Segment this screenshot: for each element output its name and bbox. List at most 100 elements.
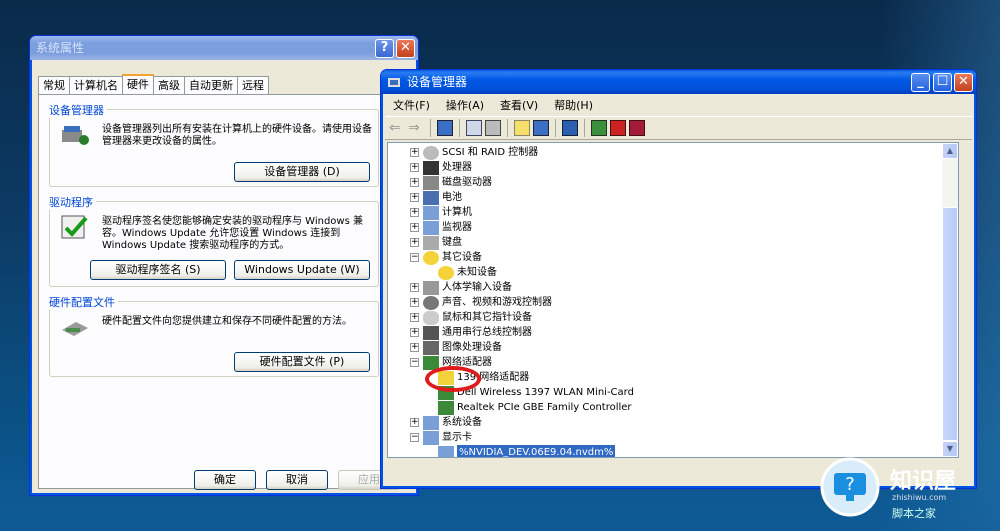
tree-label: 电池: [442, 192, 462, 203]
expand-icon[interactable]: +: [410, 238, 419, 247]
tree-row[interactable]: + 键盘: [410, 235, 462, 250]
expand-icon[interactable]: +: [410, 223, 419, 232]
tab-advanced[interactable]: 高级: [153, 76, 185, 94]
system-properties-titlebar[interactable]: 系统属性 ? ✕: [30, 36, 418, 60]
usb-icon: [423, 325, 439, 340]
help-icon[interactable]: [514, 120, 530, 136]
tree-row[interactable]: Realtek PCIe GBE Family Controller: [438, 400, 632, 415]
tree-label: SCSI 和 RAID 控制器: [442, 147, 539, 158]
device-manager-button[interactable]: 设备管理器 (D): [234, 162, 370, 182]
tree-row[interactable]: + 磁盘驱动器: [410, 175, 492, 190]
camera-icon: [423, 340, 439, 355]
forward-icon[interactable]: ⇒: [408, 120, 424, 136]
tree-label: 处理器: [442, 162, 472, 173]
tree-row[interactable]: + 电池: [410, 190, 462, 205]
expand-icon[interactable]: +: [410, 313, 419, 322]
tree-label: 声音、视频和游戏控制器: [442, 297, 552, 308]
tree-row[interactable]: − 显示卡: [410, 430, 472, 445]
menu-file[interactable]: 文件(F): [385, 94, 438, 116]
tree-row[interactable]: + SCSI 和 RAID 控制器: [410, 145, 538, 160]
windows-update-button[interactable]: Windows Update (W): [234, 260, 370, 280]
back-icon[interactable]: ⇐: [389, 120, 405, 136]
expand-icon[interactable]: +: [410, 193, 419, 202]
tree-label: 通用串行总线控制器: [442, 327, 532, 338]
device-manager-window: 设备管理器 _ ☐ ✕ 文件(F) 操作(A) 查看(V) 帮助(H) ⇐ ⇒ …: [380, 69, 977, 489]
hardware-profiles-group: 硬件配置文件 硬件配置文件向您提供建立和保存不同硬件配置的方法。 硬件配置文件 …: [46, 294, 379, 377]
hardware-profiles-button[interactable]: 硬件配置文件 (P): [234, 352, 370, 372]
tab-general[interactable]: 常规: [38, 76, 70, 94]
expand-icon[interactable]: +: [410, 148, 419, 157]
tree-label: 人体学输入设备: [442, 282, 512, 293]
driver-signing-button[interactable]: 驱动程序签名 (S): [90, 260, 226, 280]
tree-row[interactable]: + 监视器: [410, 220, 472, 235]
menu-bar: 文件(F) 操作(A) 查看(V) 帮助(H): [385, 94, 601, 116]
scroll-thumb[interactable]: [942, 207, 958, 441]
monitor-icon: [423, 220, 439, 235]
tree-row[interactable]: + 鼠标和其它指针设备: [410, 310, 532, 325]
scan-hardware-icon[interactable]: [562, 120, 578, 136]
show-hide-tree-icon[interactable]: [437, 120, 453, 136]
view-icon[interactable]: [533, 120, 549, 136]
tree-row[interactable]: + 声音、视频和游戏控制器: [410, 295, 552, 310]
expand-icon[interactable]: +: [410, 328, 419, 337]
menu-help[interactable]: 帮助(H): [546, 94, 601, 116]
tab-computer-name[interactable]: 计算机名: [69, 76, 123, 94]
close-button[interactable]: ✕: [396, 39, 415, 58]
maximize-button[interactable]: ☐: [933, 73, 952, 92]
collapse-icon[interactable]: −: [410, 253, 419, 262]
tree-label: 系统设备: [442, 417, 482, 428]
display-icon: [423, 430, 439, 445]
menu-view[interactable]: 查看(V): [492, 94, 546, 116]
tree-row-selected[interactable]: %NVIDIA_DEV.06E9.04.nvdm%: [438, 445, 616, 457]
print-icon[interactable]: [485, 120, 501, 136]
computer-icon: [423, 415, 439, 430]
collapse-icon[interactable]: −: [410, 433, 419, 442]
minimize-button[interactable]: _: [911, 73, 930, 92]
group-label: 硬件配置文件: [46, 294, 118, 310]
tree-label: 键盘: [442, 237, 462, 248]
group-text: 驱动程序签名使您能够确定安装的驱动程序与 Windows 兼容。Windows …: [102, 216, 363, 251]
keyboard-icon: [423, 235, 439, 250]
tree-label: 鼠标和其它指针设备: [442, 312, 532, 323]
expand-icon[interactable]: +: [410, 418, 419, 427]
cancel-button[interactable]: 取消: [266, 470, 328, 490]
tree-row[interactable]: + 图像处理设备: [410, 340, 502, 355]
menu-action[interactable]: 操作(A): [438, 94, 492, 116]
properties-icon[interactable]: [466, 120, 482, 136]
tree-row[interactable]: + 通用串行总线控制器: [410, 325, 532, 340]
tree-row[interactable]: − 其它设备: [410, 250, 482, 265]
update-driver-icon[interactable]: [591, 120, 607, 136]
device-manager-titlebar[interactable]: 设备管理器 _ ☐ ✕: [381, 70, 976, 94]
help-button[interactable]: ?: [375, 39, 394, 58]
toolbar-separator: [430, 119, 431, 137]
expand-icon[interactable]: +: [410, 298, 419, 307]
expand-icon[interactable]: +: [410, 178, 419, 187]
group-label: 驱动程序: [46, 194, 96, 210]
ok-button[interactable]: 确定: [194, 470, 256, 490]
tab-auto-update[interactable]: 自动更新: [184, 76, 238, 94]
vertical-scrollbar[interactable]: ▲ ▼: [942, 143, 958, 457]
tree-row[interactable]: + 系统设备: [410, 415, 482, 430]
tree-row[interactable]: + 计算机: [410, 205, 472, 220]
toolbar: ⇐ ⇒: [385, 116, 972, 140]
uninstall-device-icon[interactable]: [629, 120, 645, 136]
tab-remote[interactable]: 远程: [237, 76, 269, 94]
device-tree: + SCSI 和 RAID 控制器 + 处理器 + 磁盘驱动器 + 电池 + 计算机 + 监…: [387, 142, 959, 458]
tree-row[interactable]: + 处理器: [410, 160, 472, 175]
expand-icon[interactable]: +: [410, 163, 419, 172]
expand-icon[interactable]: +: [410, 283, 419, 292]
network-icon: [438, 400, 454, 415]
toolbar-separator: [507, 119, 508, 137]
tree-row[interactable]: + 人体学输入设备: [410, 280, 512, 295]
collapse-icon[interactable]: −: [410, 358, 419, 367]
scroll-up-icon[interactable]: ▲: [942, 143, 958, 159]
expand-icon[interactable]: +: [410, 343, 419, 352]
close-button[interactable]: ✕: [954, 73, 973, 92]
tab-hardware[interactable]: 硬件: [122, 74, 154, 94]
tab-strip: 常规 计算机名 硬件 高级 自动更新 远程: [38, 74, 269, 94]
disable-device-icon[interactable]: [610, 120, 626, 136]
tree-row[interactable]: 未知设备: [438, 265, 497, 280]
tree-label: 图像处理设备: [442, 342, 502, 353]
expand-icon[interactable]: +: [410, 208, 419, 217]
display-icon: [438, 445, 454, 457]
